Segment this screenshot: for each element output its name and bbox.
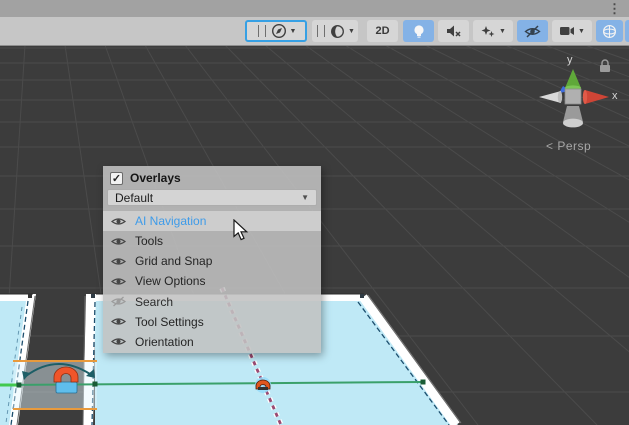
gizmo-y-axis-cone[interactable] xyxy=(565,69,581,88)
overlay-item-ai-navigation[interactable]: AI Navigation xyxy=(103,211,321,231)
eye-icon xyxy=(111,276,126,287)
gizmo-center-cube[interactable] xyxy=(565,89,581,104)
lock-icon[interactable] xyxy=(600,60,610,72)
gizmos-toggle-button[interactable] xyxy=(596,20,623,42)
eye-icon xyxy=(111,216,126,227)
path-link-icon xyxy=(255,377,271,393)
kebab-menu-icon[interactable]: ⋮ xyxy=(608,1,621,16)
projection-toggle[interactable]: < Persp xyxy=(546,139,591,153)
mouse-cursor xyxy=(233,219,251,243)
orientation-gizmo[interactable] xyxy=(539,60,610,127)
audio-mute-button[interactable] xyxy=(438,20,469,42)
overlays-header: ✓ Overlays xyxy=(103,166,321,189)
gizmo-globe-icon xyxy=(602,24,617,39)
overlays-enabled-checkbox[interactable]: ✓ xyxy=(110,172,123,185)
drag-handle-icon[interactable] xyxy=(258,25,266,37)
overlay-item-list: AI Navigation Tools Grid and Snap View O… xyxy=(103,211,321,352)
drag-handle-icon[interactable] xyxy=(317,25,325,37)
overlays-menu-button[interactable]: ▼ xyxy=(245,20,307,42)
overlay-preset-dropdown[interactable]: Default ▼ xyxy=(107,189,317,206)
chevron-left-icon: < xyxy=(546,139,554,153)
compass-icon xyxy=(271,23,287,39)
scene-view-toolbar: ▼ ▼ 2D ▼ xyxy=(0,17,629,46)
chevron-down-icon[interactable]: ▼ xyxy=(578,28,585,35)
scene-visibility-button[interactable] xyxy=(517,20,548,42)
gizmo-left-axis-cone[interactable] xyxy=(539,91,561,103)
chevron-down-icon[interactable]: ▼ xyxy=(290,28,297,35)
eye-icon xyxy=(111,236,126,247)
gizmo-y-label: y xyxy=(567,54,573,66)
chevron-down-icon: ▼ xyxy=(301,193,309,202)
camera-icon xyxy=(559,25,575,37)
overlay-preset-value: Default xyxy=(115,191,153,205)
speaker-muted-icon xyxy=(446,24,462,38)
camera-menu-button[interactable]: ▼ xyxy=(552,20,592,42)
eye-slash-icon xyxy=(524,25,541,38)
gizmo-x-label: x xyxy=(612,90,618,102)
projection-label: Persp xyxy=(557,139,591,153)
chevron-down-icon[interactable]: ▼ xyxy=(499,28,506,35)
eye-icon xyxy=(111,256,126,267)
window-header-bar: ⋮ xyxy=(0,0,629,17)
overlay-item-tools[interactable]: Tools xyxy=(103,231,321,251)
overlay-item-view-options[interactable]: View Options xyxy=(103,271,321,291)
gizmo-x-axis-cone[interactable] xyxy=(585,90,609,104)
eye-icon xyxy=(111,336,126,347)
overlays-title: Overlays xyxy=(130,171,181,185)
effects-menu-button[interactable]: ▼ xyxy=(473,20,513,42)
lighting-toggle-button[interactable] xyxy=(403,20,434,42)
gizmos-dropdown-button[interactable]: ▼ xyxy=(625,20,629,42)
2d-toggle-button[interactable]: 2D xyxy=(367,20,398,42)
overlay-item-tool-settings[interactable]: Tool Settings xyxy=(103,312,321,332)
overlay-item-grid-and-snap[interactable]: Grid and Snap xyxy=(103,251,321,271)
eye-slash-icon xyxy=(111,296,126,307)
chevron-down-icon[interactable]: ▼ xyxy=(348,28,355,35)
overlay-item-search[interactable]: Search xyxy=(103,292,321,312)
draw-mode-button[interactable]: ▼ xyxy=(312,20,358,42)
lightbulb-icon xyxy=(412,24,426,39)
shaded-sphere-icon xyxy=(330,24,345,39)
overlay-item-orientation[interactable]: Orientation xyxy=(103,332,321,352)
overlays-menu-panel: ✓ Overlays Default ▼ AI Navigation Tools… xyxy=(103,166,321,353)
sparkle-effects-icon xyxy=(480,24,496,39)
eye-icon xyxy=(111,316,126,327)
